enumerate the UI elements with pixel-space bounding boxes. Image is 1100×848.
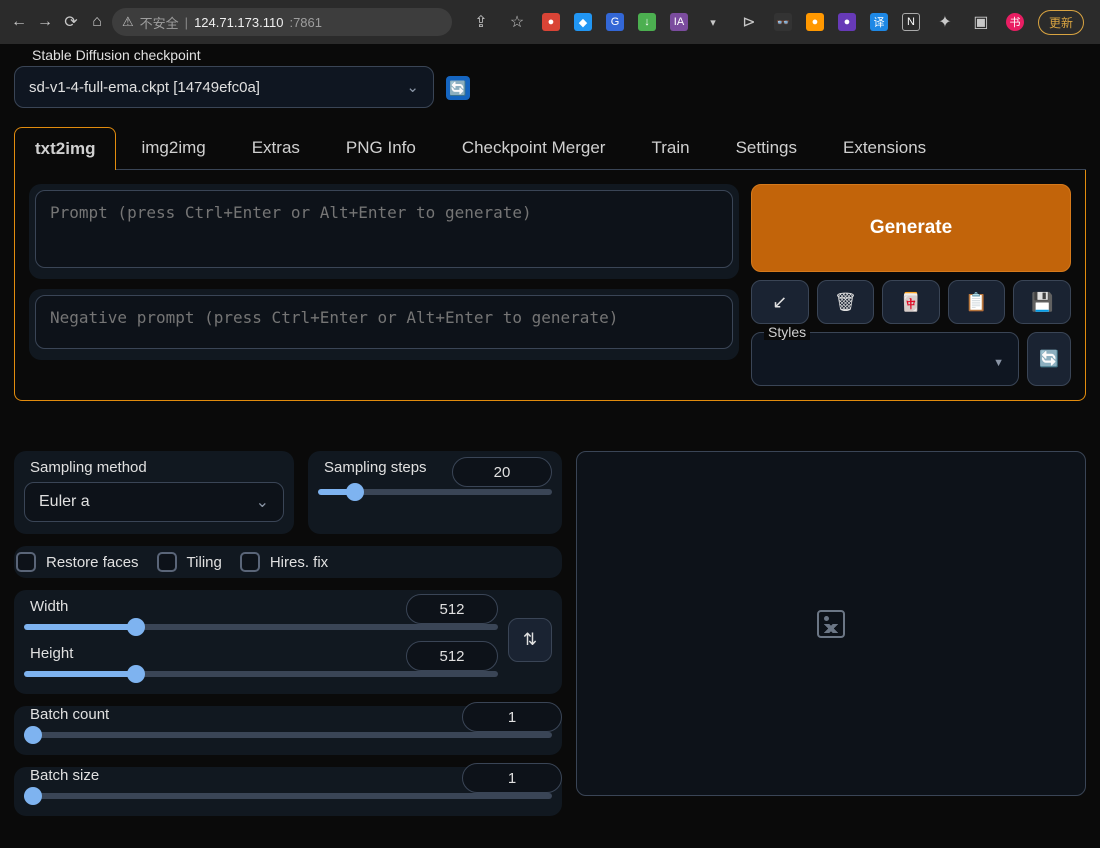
star-icon[interactable]: ☆ (506, 12, 528, 32)
clip-icon: 🀄 (900, 292, 922, 313)
sampling-method-value: Euler a (39, 493, 90, 511)
styles-label: Styles (764, 324, 810, 340)
tab-img2img[interactable]: img2img (120, 126, 226, 169)
styles-select[interactable]: Styles ▼ (751, 332, 1019, 386)
ext-icon-6[interactable]: ⊳ (738, 12, 760, 32)
save-icon: 💾 (1031, 292, 1053, 313)
tab-train[interactable]: Train (630, 126, 710, 169)
main-tabs: txt2img img2img Extras PNG Info Checkpoi… (14, 126, 1086, 170)
checkpoint-select[interactable]: sd-v1-4-full-ema.ckpt [14749efc0a] ⌄ (14, 66, 434, 108)
ext-icon-1[interactable]: ● (542, 13, 560, 31)
browser-chrome: ← → ⟳ ⌂ ⚠ 不安全 | 124.71.173.110:7861 ⇪ ☆ … (0, 0, 1100, 44)
interrogate-button[interactable]: ↙ (751, 280, 809, 324)
sampling-method-select[interactable]: Euler a ⌄ (24, 482, 284, 522)
negative-prompt-input[interactable] (35, 295, 733, 349)
ext-icon-10[interactable]: 译 (870, 13, 888, 31)
height-slider[interactable] (24, 671, 498, 677)
paste-button[interactable]: 📋 (948, 280, 1006, 324)
style-apply-button[interactable]: 🀄 (882, 280, 940, 324)
restore-faces-checkbox[interactable]: Restore faces (16, 552, 139, 572)
chevron-down-icon: ⌄ (406, 78, 419, 96)
output-preview (576, 451, 1086, 796)
generate-button[interactable]: Generate (751, 184, 1071, 272)
not-secure-label: 不安全 (140, 13, 179, 32)
chevron-down-icon: ⌄ (256, 492, 269, 512)
tab-settings[interactable]: Settings (715, 126, 818, 169)
tab-extensions[interactable]: Extensions (822, 126, 947, 169)
checkpoint-label: Stable Diffusion checkpoint (28, 47, 205, 63)
tab-txt2img[interactable]: txt2img (14, 127, 116, 170)
width-slider[interactable] (24, 624, 498, 630)
styles-refresh-button[interactable]: 🔄 (1027, 332, 1071, 386)
update-button[interactable]: 更新 (1038, 10, 1084, 35)
reload-icon[interactable]: ⟳ (60, 12, 82, 32)
tab-extras[interactable]: Extras (231, 126, 321, 169)
prompt-input[interactable] (35, 190, 733, 268)
save-style-button[interactable]: 💾 (1013, 280, 1071, 324)
ext-icon-3[interactable]: G (606, 13, 624, 31)
address-bar[interactable]: ⚠ 不安全 | 124.71.173.110:7861 (112, 8, 452, 36)
extensions-icon[interactable]: ✦ (934, 12, 956, 32)
ext-caret-icon[interactable]: ▾ (702, 16, 724, 29)
image-placeholder-icon (817, 610, 845, 638)
caret-down-icon: ▼ (993, 357, 1004, 369)
url-port: :7861 (289, 15, 322, 30)
sidepanel-icon[interactable]: ▣ (970, 12, 992, 32)
tiling-checkbox[interactable]: Tiling (157, 552, 222, 572)
ext-icon-7[interactable]: 👓 (774, 13, 792, 31)
checkpoint-refresh-button[interactable]: 🔄 (446, 76, 470, 100)
url-host: 124.71.173.110 (194, 15, 283, 30)
ext-icon-5[interactable]: IA (670, 13, 688, 31)
swap-icon: ⇅ (523, 630, 537, 650)
batch-size-slider[interactable] (24, 793, 552, 799)
swap-dimensions-button[interactable]: ⇅ (508, 618, 552, 662)
ext-icon-9[interactable]: ● (838, 13, 856, 31)
tab-pnginfo[interactable]: PNG Info (325, 126, 437, 169)
warning-icon: ⚠ (122, 14, 134, 30)
sampling-steps-input[interactable] (452, 457, 552, 487)
clipboard-icon: 📋 (965, 292, 987, 313)
back-icon[interactable]: ← (8, 13, 30, 31)
sampling-steps-slider[interactable] (318, 489, 552, 495)
hires-fix-checkbox[interactable]: Hires. fix (240, 552, 328, 572)
width-input[interactable] (406, 594, 498, 624)
tab-checkpoint-merger[interactable]: Checkpoint Merger (441, 126, 627, 169)
share-icon[interactable]: ⇪ (470, 12, 492, 32)
home-icon[interactable]: ⌂ (86, 13, 108, 31)
ext-icon-4[interactable]: ↓ (638, 13, 656, 31)
batch-count-input[interactable] (462, 702, 562, 732)
ext-icon-8[interactable]: ● (806, 13, 824, 31)
trash-icon: 🗑 (834, 292, 857, 313)
checkpoint-value: sd-v1-4-full-ema.ckpt [14749efc0a] (29, 79, 260, 96)
height-input[interactable] (406, 641, 498, 671)
ext-icon-11[interactable]: N (902, 13, 920, 31)
arrow-icon: ↙ (772, 292, 787, 313)
batch-count-slider[interactable] (24, 732, 552, 738)
clear-button[interactable]: 🗑 (817, 280, 875, 324)
refresh-icon: 🔄 (1039, 349, 1059, 369)
sampling-method-label: Sampling method (24, 459, 284, 482)
profile-avatar[interactable]: 书 (1006, 13, 1024, 31)
forward-icon[interactable]: → (34, 13, 56, 31)
batch-size-input[interactable] (462, 763, 562, 793)
ext-icon-2[interactable]: ◆ (574, 13, 592, 31)
